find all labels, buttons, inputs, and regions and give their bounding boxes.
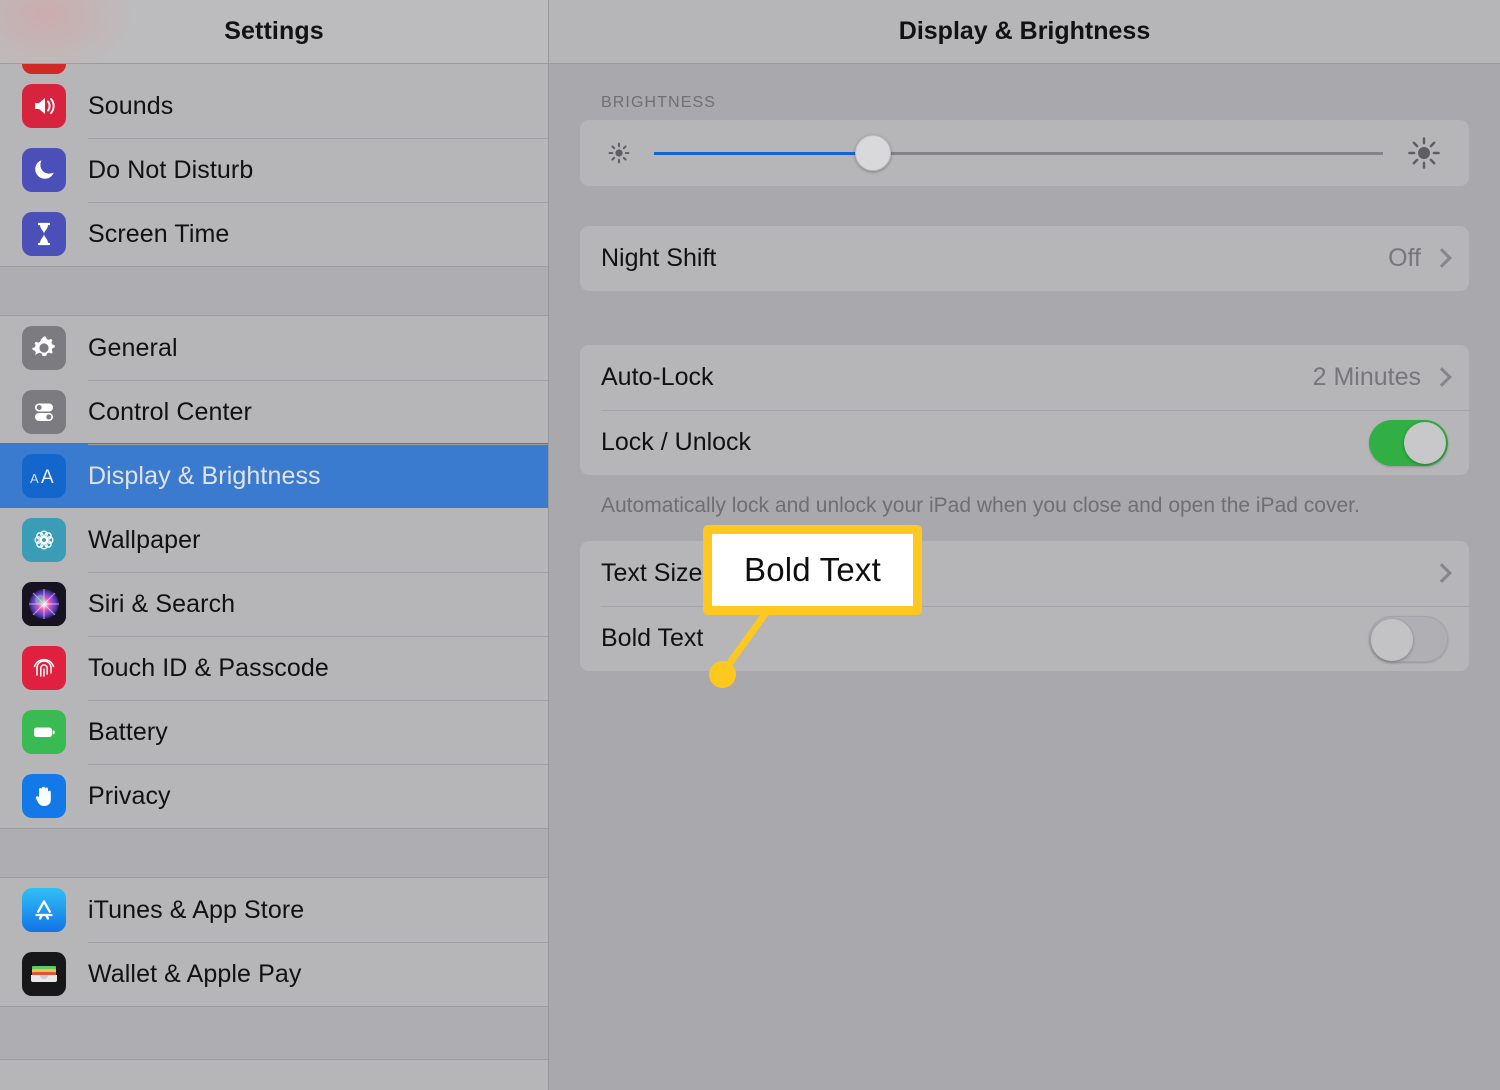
page-title: Settings [224, 17, 324, 45]
sidebar-item-notifications[interactable] [0, 64, 548, 74]
sliders-icon [22, 390, 66, 434]
detail-body: BRIGHTNESS Night Shift Off Auto-Lock 2 M… [549, 64, 1500, 672]
brightness-card [580, 120, 1469, 186]
text-size-label: Text Size [601, 559, 703, 588]
lock-unlock-footnote: Automatically lock and unlock your iPad … [601, 494, 1360, 517]
fingerprint-icon [22, 646, 66, 690]
text-size-aa-icon: A A [22, 454, 66, 498]
sidebar-item-sounds[interactable]: Sounds [0, 74, 548, 138]
sidebar-item-privacy[interactable]: Privacy [0, 764, 548, 828]
wallet-icon [22, 952, 66, 996]
detail-header: Display & Brightness [549, 0, 1500, 64]
auto-lock-label: Auto-Lock [601, 363, 714, 391]
brightness-slider-thumb[interactable] [854, 135, 891, 171]
sidebar-item-wallpaper[interactable]: Wallpaper [0, 508, 548, 572]
app-store-icon [22, 888, 66, 932]
sidebar-group-clipped [0, 64, 548, 74]
auto-lock-card: Auto-Lock 2 Minutes Lock / Unlock [580, 345, 1469, 475]
sidebar-group-divider [0, 266, 548, 316]
auto-lock-row[interactable]: Auto-Lock 2 Minutes [580, 345, 1469, 410]
display-brightness-pane: Display & Brightness BRIGHTNESS Night Sh… [549, 0, 1500, 1090]
sidebar-item-label: Sounds [88, 91, 174, 120]
flower-icon [22, 518, 66, 562]
hourglass-icon [22, 212, 66, 256]
auto-lock-value: 2 Minutes [1312, 363, 1421, 391]
lock-unlock-row[interactable]: Lock / Unlock [580, 410, 1469, 475]
sidebar-item-wallet-and-apple-pay[interactable]: Wallet & Apple Pay [0, 942, 548, 1006]
svg-text:A: A [41, 467, 54, 488]
chevron-right-icon [1435, 563, 1448, 585]
sounds-icon [22, 84, 66, 128]
sidebar-item-label: Do Not Disturb [88, 155, 254, 184]
gear-icon [22, 326, 66, 370]
night-shift-value: Off [1388, 244, 1421, 272]
hand-icon [22, 774, 66, 818]
bold-text-label: Bold Text [601, 624, 704, 653]
night-shift-label: Night Shift [601, 244, 717, 272]
sidebar-item-control-center[interactable]: Control Center [0, 380, 548, 444]
toggle-knob [1371, 618, 1413, 661]
sidebar-group-divider-3 [0, 1006, 548, 1060]
bold-text-toggle[interactable] [1369, 615, 1448, 662]
lock-unlock-toggle[interactable] [1369, 419, 1448, 466]
sidebar-item-label: Touch ID & Passcode [88, 653, 329, 682]
sidebar-item-itunes-and-app-store[interactable]: iTunes & App Store [0, 878, 548, 942]
brightness-slider-row[interactable] [580, 120, 1469, 186]
sidebar-item-siri-and-search[interactable]: Siri & Search [0, 572, 548, 636]
sidebar-item-label: Display & Brightness [88, 461, 321, 490]
sidebar-item-general[interactable]: General [0, 316, 548, 380]
sun-large-icon [1405, 134, 1443, 172]
text-size-row[interactable]: Text Size [580, 541, 1469, 606]
night-shift-card: Night Shift Off [580, 226, 1469, 291]
sidebar-item-label: Battery [88, 717, 168, 746]
brightness-slider-fill [654, 151, 873, 155]
sidebar-item-do-not-disturb[interactable]: Do Not Disturb [0, 138, 548, 202]
sidebar-group-3: iTunes & App Store Wallet & Apple Pay [0, 878, 548, 1006]
sidebar-scroll-area[interactable]: Sounds Do Not Disturb Screen Time Genera… [0, 64, 548, 1090]
sidebar-item-label: Screen Time [88, 219, 230, 248]
brightness-slider[interactable] [654, 135, 1383, 171]
lock-unlock-label: Lock / Unlock [601, 428, 752, 456]
sidebar-item-screen-time[interactable]: Screen Time [0, 202, 548, 266]
moon-icon [22, 148, 66, 192]
sidebar-header: Settings [0, 0, 548, 70]
sidebar-item-label: Wallet & Apple Pay [88, 959, 302, 988]
sidebar-item-display-and-brightness[interactable]: A A Display & Brightness [0, 443, 548, 508]
settings-sidebar: Settings Sounds Do Not Disturb Screen Ti… [0, 0, 549, 1090]
sidebar-item-label: iTunes & App Store [88, 895, 305, 924]
sidebar-item-battery[interactable]: Battery [0, 700, 548, 764]
battery-icon [22, 710, 66, 754]
sidebar-item-touch-id-and-passcode[interactable]: Touch ID & Passcode [0, 636, 548, 700]
chevron-right-icon [1435, 367, 1448, 389]
svg-text:A: A [30, 471, 39, 486]
sidebar-item-label: Privacy [88, 781, 171, 810]
bold-text-row[interactable]: Bold Text [580, 606, 1469, 671]
brightness-section-label: BRIGHTNESS [601, 94, 717, 111]
notifications-icon [22, 64, 66, 74]
sidebar-group-divider-2 [0, 828, 548, 878]
sidebar-item-label: Wallpaper [88, 525, 201, 554]
sidebar-item-label: Siri & Search [88, 589, 236, 618]
siri-icon [22, 582, 66, 626]
toggle-knob [1404, 421, 1446, 464]
sidebar-group-1: Sounds Do Not Disturb Screen Time [0, 74, 548, 266]
ipad-settings-screen: Settings Sounds Do Not Disturb Screen Ti… [0, 0, 1500, 1090]
sidebar-item-label: Control Center [88, 397, 252, 426]
sidebar-item-label: General [88, 333, 178, 362]
sidebar-group-2: General Control Center A A Display & Bri… [0, 316, 548, 828]
night-shift-row[interactable]: Night Shift Off [580, 226, 1469, 291]
detail-title: Display & Brightness [898, 17, 1151, 45]
chevron-right-icon [1435, 248, 1448, 270]
status-bar-tint [0, 0, 130, 70]
sun-small-icon [606, 140, 632, 166]
text-card: Text Size Bold Text [580, 541, 1469, 672]
